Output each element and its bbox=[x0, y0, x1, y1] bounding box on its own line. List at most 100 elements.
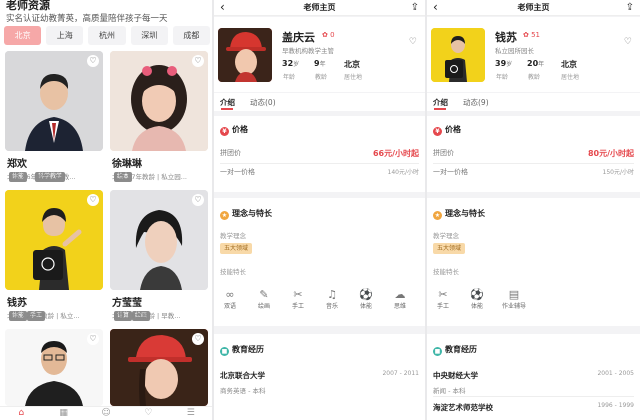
page-subtitle: 实名认证幼教菁英，高质量陪伴孩子每一天 bbox=[6, 14, 168, 24]
single-price-value: 140元/小时 bbox=[387, 169, 419, 176]
teacher-card[interactable]: ♡ bbox=[5, 329, 103, 406]
skill-item: ✂ 手工 bbox=[430, 288, 456, 310]
education-title: 教育经历 bbox=[232, 345, 264, 354]
single-price-row: 一对一价格 150元/小时 bbox=[433, 167, 634, 179]
group-price-label: 拼团价 bbox=[220, 149, 241, 157]
skill-item: ▤ 作业辅导 bbox=[498, 288, 530, 310]
page-title: 老师主页 bbox=[517, 3, 550, 12]
skill-name: 手工 bbox=[436, 303, 449, 310]
city-tab-shenzhen[interactable]: 深圳 bbox=[130, 26, 168, 45]
favorite-tab-icon[interactable]: ♡ bbox=[127, 407, 169, 420]
city-value: 北京 bbox=[344, 60, 360, 69]
teacher-title: 私立园所园长 bbox=[495, 47, 534, 55]
skill-item: ✎ 绘画 bbox=[251, 288, 277, 310]
tab-intro[interactable]: 介绍 bbox=[433, 97, 448, 108]
age-stat: 32岁 bbox=[282, 59, 299, 68]
favorite-heart-icon[interactable]: ♡ bbox=[192, 194, 204, 206]
skill-item: ☁ 思维 bbox=[387, 288, 413, 310]
nav-bar: ‹ 老师主页 ⇪ bbox=[214, 0, 425, 16]
follow-heart-icon[interactable]: ♡ bbox=[409, 37, 417, 47]
profile-tab-icon[interactable]: ☰ bbox=[170, 407, 212, 420]
teacher-name: 郑欢 bbox=[7, 159, 27, 170]
active-tab-indicator bbox=[221, 108, 233, 110]
skill-name: 音乐 bbox=[325, 303, 338, 310]
scissors-icon: ✂ bbox=[293, 288, 303, 301]
school-years: 2001 - 2005 bbox=[597, 370, 634, 377]
teacher-photo bbox=[110, 190, 208, 290]
single-price-label: 一对一价格 bbox=[433, 168, 468, 176]
experience-label: 教龄 bbox=[528, 74, 541, 81]
flower-count: ✿ 0 bbox=[322, 31, 335, 39]
teacher-title: 早教机构教学主管 bbox=[282, 47, 334, 55]
tab-intro[interactable]: 介绍 bbox=[220, 97, 235, 108]
skill-name: 体能 bbox=[470, 303, 483, 310]
city-tab-shanghai[interactable]: 上海 bbox=[46, 26, 84, 45]
favorite-heart-icon[interactable]: ♡ bbox=[192, 333, 204, 345]
favorite-heart-icon[interactable]: ♡ bbox=[192, 55, 204, 67]
skill-name: 体能 bbox=[359, 303, 372, 310]
skill-label: 技能特长 bbox=[433, 268, 459, 276]
city-tab-beijing[interactable]: 北京 bbox=[4, 26, 42, 45]
teacher-card[interactable]: ♡ 绘本 徐琳琳 北京 | 7年教龄 | 私立园... bbox=[110, 51, 208, 186]
teacher-card[interactable]: ♡ 体能 科学教学 郑欢 北京 | 6年教龄 | 早教... bbox=[5, 51, 103, 186]
price-section: ¥ 价格 拼团价 80元/小时起 一对一价格 150元/小时 bbox=[427, 116, 640, 192]
teacher-card[interactable]: ♡ bbox=[110, 329, 208, 406]
brain-icon: ☁ bbox=[394, 288, 406, 301]
home-tab-icon[interactable]: ⌂ bbox=[0, 407, 42, 420]
scissors-icon: ✂ bbox=[438, 288, 448, 301]
single-price-row: 一对一价格 140元/小时 bbox=[220, 167, 419, 179]
teacher-photo bbox=[5, 51, 103, 151]
message-tab-icon[interactable]: ☺ bbox=[85, 407, 127, 420]
skill-item: ∞ 双语 bbox=[217, 288, 243, 310]
city-tab-chengdu[interactable]: 成都 bbox=[172, 26, 211, 45]
city-tab-hangzhou[interactable]: 杭州 bbox=[88, 26, 126, 45]
teacher-card[interactable]: ♡ 体能 手工 钱苏 北京 | 20年教龄 | 私立... bbox=[5, 190, 103, 325]
section-heading: ★ 理念与特长 bbox=[220, 208, 272, 220]
skill-name: 绘画 bbox=[257, 303, 270, 310]
school-name: 北京联合大学 bbox=[220, 371, 265, 380]
share-icon[interactable]: ⇪ bbox=[626, 1, 634, 15]
category-tab-icon[interactable]: ▦ bbox=[42, 407, 84, 420]
school-major: 商务英语 - 本科 bbox=[220, 387, 266, 395]
experience-unit: 年 bbox=[538, 61, 545, 68]
idea-label: 教学理念 bbox=[433, 232, 459, 240]
ball-icon: ⚽ bbox=[359, 288, 373, 301]
city-label: 居住地 bbox=[561, 74, 580, 81]
education-item: 北京联合大学 2007 - 2011 bbox=[220, 370, 419, 381]
idea-chip: 五大领域 bbox=[433, 243, 466, 254]
tab-moments[interactable]: 动态(0) bbox=[250, 97, 276, 108]
education-title: 教育经历 bbox=[445, 345, 477, 354]
idea-skill-section: ★ 理念与特长 教学理念 五大领域 技能特长 ∞ 双语 ✎ 绘画 ✂ 手工 ♫ 音乐 ⚽ 体… bbox=[214, 198, 425, 326]
idea-icon: ★ bbox=[220, 211, 229, 220]
age-stat: 39岁 bbox=[495, 59, 512, 68]
age-value: 32 bbox=[282, 59, 294, 68]
flower-count: ✿ 51 bbox=[523, 31, 541, 39]
favorite-heart-icon[interactable]: ♡ bbox=[87, 55, 99, 67]
experience-value: 20 bbox=[527, 59, 539, 68]
share-icon[interactable]: ⇪ bbox=[411, 1, 419, 15]
age-label: 年龄 bbox=[496, 74, 509, 81]
education-item: 中央财经大学 2001 - 2005 bbox=[433, 370, 634, 381]
price-section: ¥ 价格 拼团价 66元/小时起 一对一价格 140元/小时 bbox=[214, 116, 425, 192]
education-section: ■ 教育经历 中央财经大学 2001 - 2005 新闻 - 本科 海淀艺术师范学校… bbox=[427, 334, 640, 420]
favorite-heart-icon[interactable]: ♡ bbox=[87, 333, 99, 345]
age-value: 39 bbox=[495, 59, 507, 68]
school-name: 中央财经大学 bbox=[433, 371, 478, 380]
price-title: 价格 bbox=[445, 125, 461, 134]
follow-heart-icon[interactable]: ♡ bbox=[624, 37, 632, 47]
profile-header: 钱苏 ✿ 51 私立园所园长 39岁 20年 北京 年龄 教龄 居住地 ♡ bbox=[427, 17, 640, 92]
skill-label: 技能特长 bbox=[220, 268, 246, 276]
education-section: ■ 教育经历 北京联合大学 2007 - 2011 商务英语 - 本科 bbox=[214, 334, 425, 420]
idea-label: 教学理念 bbox=[220, 232, 246, 240]
age-unit: 岁 bbox=[293, 61, 300, 68]
tab-moments[interactable]: 动态(9) bbox=[463, 97, 489, 108]
avatar bbox=[218, 28, 272, 82]
city-filter: 北京 上海 杭州 深圳 成都 bbox=[4, 26, 211, 46]
teacher-name: 钱苏 bbox=[495, 31, 517, 44]
teacher-meta: 北京 | 9年教龄 | 早教... bbox=[112, 312, 181, 320]
group-price-label: 拼团价 bbox=[433, 149, 454, 157]
price-icon: ¥ bbox=[220, 127, 229, 136]
teacher-name: 钱苏 bbox=[7, 298, 27, 309]
favorite-heart-icon[interactable]: ♡ bbox=[87, 194, 99, 206]
teacher-card[interactable]: ♡ 计算 绘画 方莹莹 北京 | 9年教龄 | 早教... bbox=[110, 190, 208, 325]
